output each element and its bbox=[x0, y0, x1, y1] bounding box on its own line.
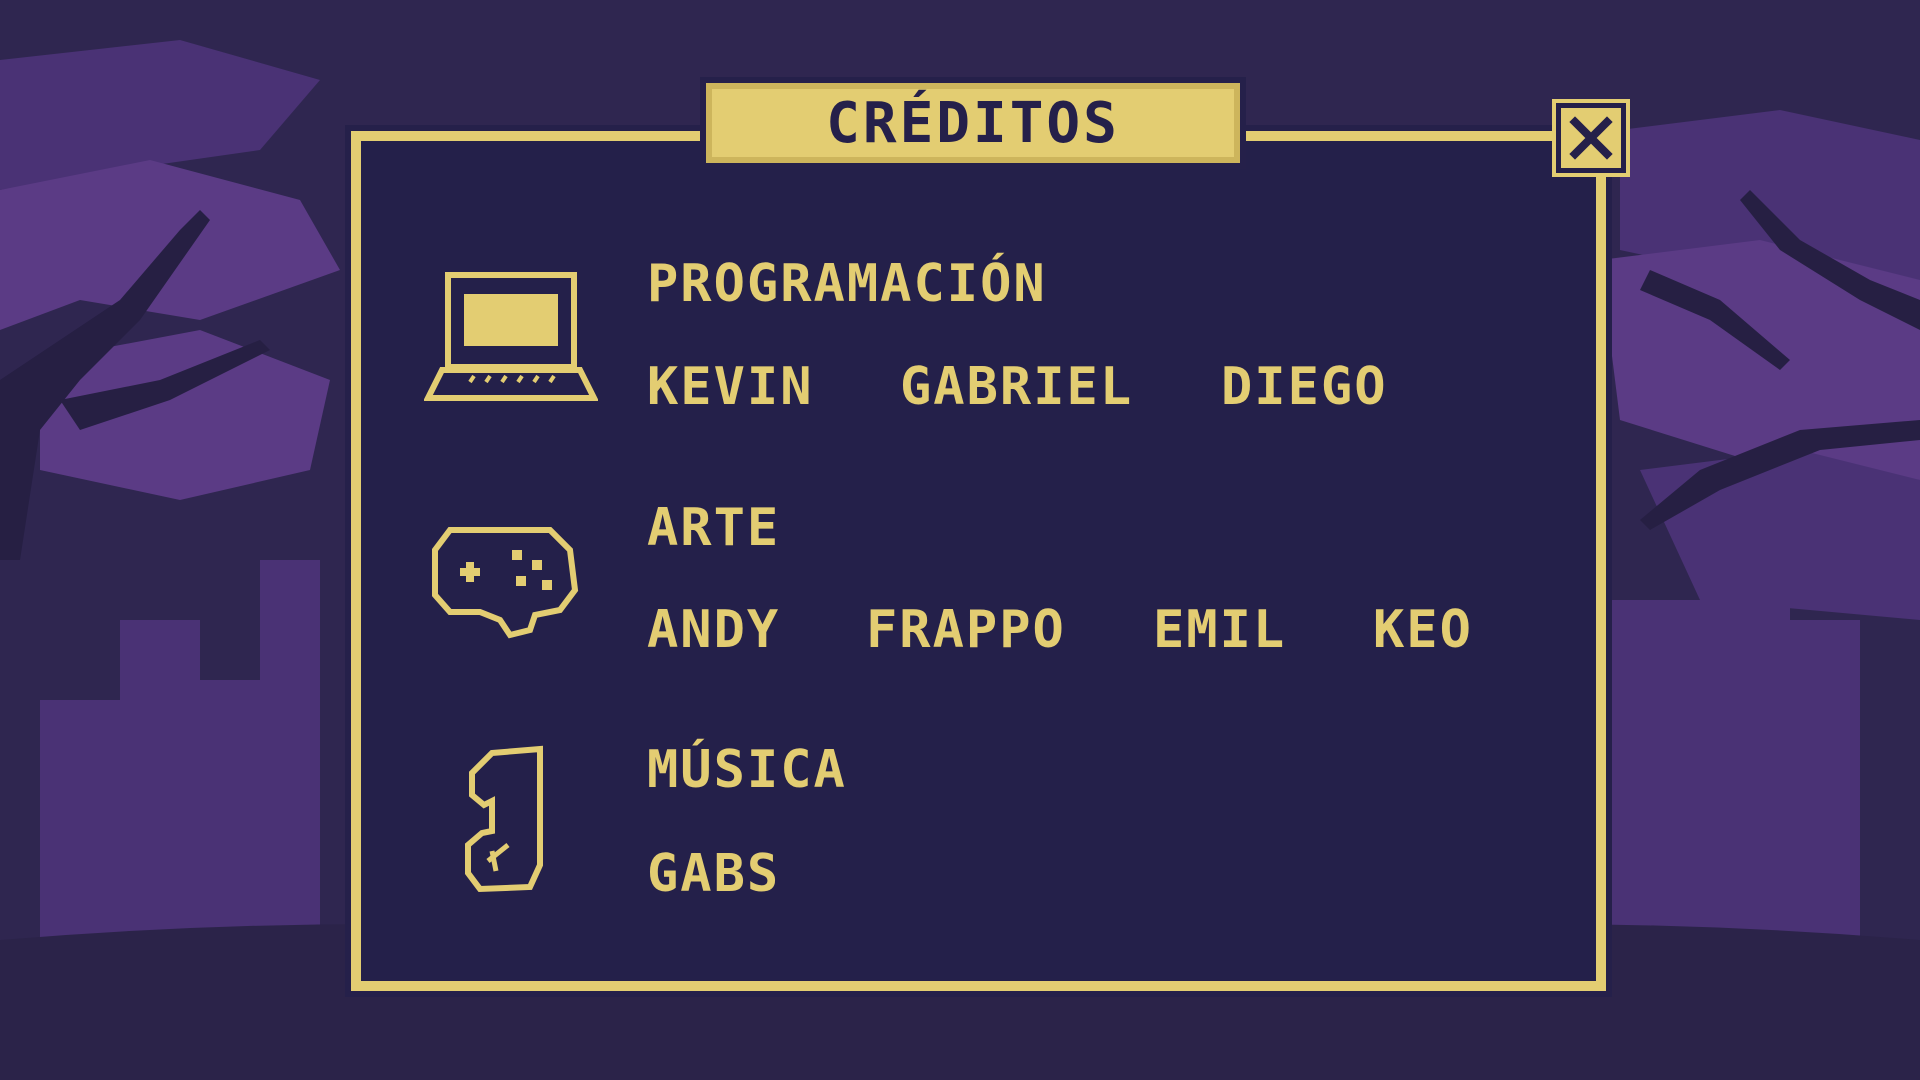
section-title-musica: MÚSICA bbox=[647, 740, 847, 800]
close-icon bbox=[1569, 116, 1613, 160]
credit-name: KEO bbox=[1373, 600, 1473, 660]
credits-title: CRÉDITOS bbox=[826, 90, 1120, 156]
music-note-icon bbox=[465, 745, 543, 893]
section-title-programacion: PROGRAMACIÓN bbox=[647, 254, 1047, 314]
credit-name: GABS bbox=[647, 844, 781, 904]
close-button[interactable] bbox=[1552, 99, 1630, 177]
credit-name: DIEGO bbox=[1221, 357, 1388, 417]
credit-name: EMIL bbox=[1153, 600, 1287, 660]
gamepad-icon bbox=[432, 527, 579, 639]
credit-name: FRAPPO bbox=[866, 600, 1066, 660]
credit-name: GABRIEL bbox=[900, 357, 1134, 417]
laptop-icon bbox=[424, 272, 598, 401]
credit-name: KEVIN bbox=[647, 357, 814, 417]
credit-name: ANDY bbox=[647, 600, 781, 660]
section-title-arte: ARTE bbox=[647, 498, 781, 558]
credits-title-tab: CRÉDITOS bbox=[706, 83, 1240, 163]
